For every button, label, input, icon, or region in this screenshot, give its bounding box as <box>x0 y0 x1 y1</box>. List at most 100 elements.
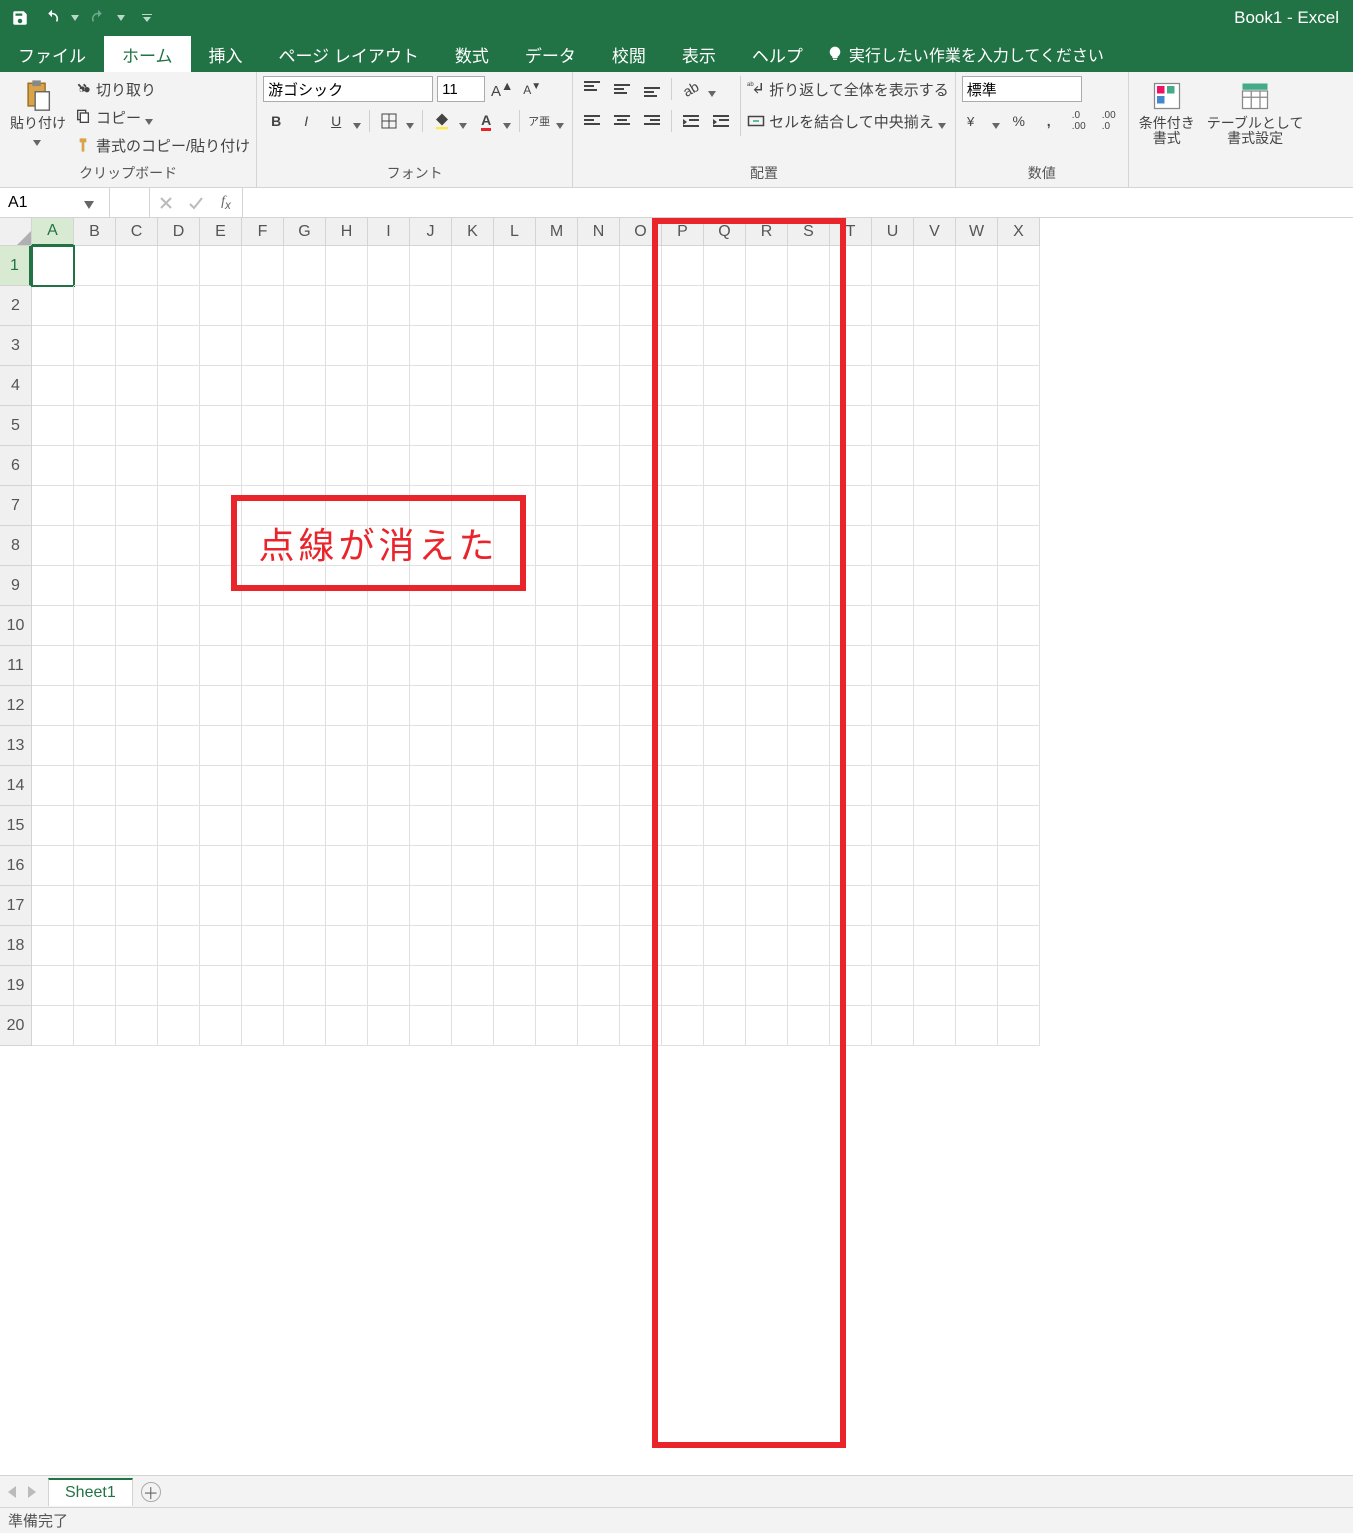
phonetic-dropdown-icon[interactable] <box>556 116 566 126</box>
cell-I14[interactable] <box>368 766 410 806</box>
name-box-dropdown-icon[interactable] <box>84 196 98 210</box>
cell-N7[interactable] <box>578 486 620 526</box>
cell-H19[interactable] <box>326 966 368 1006</box>
cell-V8[interactable] <box>914 526 956 566</box>
paste-button[interactable]: 貼り付け <box>6 76 70 145</box>
underline-dropdown-icon[interactable] <box>353 116 363 126</box>
cell-G17[interactable] <box>284 886 326 926</box>
cell-M5[interactable] <box>536 406 578 446</box>
align-center-button[interactable] <box>609 108 635 134</box>
tab-file[interactable]: ファイル <box>0 36 104 72</box>
cell-W5[interactable] <box>956 406 998 446</box>
cell-D18[interactable] <box>158 926 200 966</box>
row-header-11[interactable]: 11 <box>0 646 31 686</box>
cell-W13[interactable] <box>956 726 998 766</box>
column-header-W[interactable]: W <box>956 218 998 246</box>
tell-me-search[interactable]: 実行したい作業を入力してください <box>827 36 1104 72</box>
cell-D5[interactable] <box>158 406 200 446</box>
cell-C1[interactable] <box>116 246 158 286</box>
cell-I5[interactable] <box>368 406 410 446</box>
cell-D4[interactable] <box>158 366 200 406</box>
cell-W14[interactable] <box>956 766 998 806</box>
cell-L19[interactable] <box>494 966 536 1006</box>
cell-W18[interactable] <box>956 926 998 966</box>
cell-L2[interactable] <box>494 286 536 326</box>
cell-V19[interactable] <box>914 966 956 1006</box>
cell-C4[interactable] <box>116 366 158 406</box>
cell-M6[interactable] <box>536 446 578 486</box>
cell-H11[interactable] <box>326 646 368 686</box>
cell-V2[interactable] <box>914 286 956 326</box>
cell-C9[interactable] <box>116 566 158 606</box>
orientation-dropdown-icon[interactable] <box>708 84 718 94</box>
percent-button[interactable]: % <box>1006 108 1032 134</box>
cell-V9[interactable] <box>914 566 956 606</box>
tab-insert[interactable]: 挿入 <box>191 36 261 72</box>
cell-J5[interactable] <box>410 406 452 446</box>
cell-V20[interactable] <box>914 1006 956 1046</box>
cell-X13[interactable] <box>998 726 1040 766</box>
cell-G19[interactable] <box>284 966 326 1006</box>
tab-home[interactable]: ホーム <box>104 36 191 72</box>
align-middle-button[interactable] <box>609 76 635 102</box>
cell-U10[interactable] <box>872 606 914 646</box>
row-header-2[interactable]: 2 <box>0 286 31 326</box>
cell-A7[interactable] <box>32 486 74 526</box>
row-header-3[interactable]: 3 <box>0 326 31 366</box>
cell-E12[interactable] <box>200 686 242 726</box>
number-format-combo[interactable] <box>962 76 1082 102</box>
column-header-V[interactable]: V <box>914 218 956 246</box>
cell-G10[interactable] <box>284 606 326 646</box>
cell-U1[interactable] <box>872 246 914 286</box>
conditional-formatting-button[interactable]: 条件付き 書式 <box>1135 76 1199 149</box>
cell-L16[interactable] <box>494 846 536 886</box>
cell-M4[interactable] <box>536 366 578 406</box>
cell-W2[interactable] <box>956 286 998 326</box>
row-header-1[interactable]: 1 <box>0 246 31 286</box>
cell-E17[interactable] <box>200 886 242 926</box>
cell-J12[interactable] <box>410 686 452 726</box>
cell-F5[interactable] <box>242 406 284 446</box>
cell-U9[interactable] <box>872 566 914 606</box>
cell-D17[interactable] <box>158 886 200 926</box>
cell-U19[interactable] <box>872 966 914 1006</box>
wrap-text-button[interactable]: ab 折り返して全体を表示する <box>747 76 949 102</box>
cell-D6[interactable] <box>158 446 200 486</box>
cell-H1[interactable] <box>326 246 368 286</box>
cell-U12[interactable] <box>872 686 914 726</box>
cell-L5[interactable] <box>494 406 536 446</box>
italic-button[interactable]: I <box>293 108 319 134</box>
borders-dropdown-icon[interactable] <box>406 116 416 126</box>
cell-U2[interactable] <box>872 286 914 326</box>
cell-L18[interactable] <box>494 926 536 966</box>
cell-E18[interactable] <box>200 926 242 966</box>
cancel-button[interactable] <box>158 195 174 211</box>
cell-V7[interactable] <box>914 486 956 526</box>
cell-C6[interactable] <box>116 446 158 486</box>
cell-C5[interactable] <box>116 406 158 446</box>
row-header-8[interactable]: 8 <box>0 526 31 566</box>
cell-J2[interactable] <box>410 286 452 326</box>
increase-decimal-button[interactable]: .0.00 <box>1066 108 1092 134</box>
select-all-corner[interactable] <box>0 218 32 246</box>
cell-A19[interactable] <box>32 966 74 1006</box>
add-sheet-button[interactable]: ＋ <box>141 1482 161 1502</box>
cell-W3[interactable] <box>956 326 998 366</box>
cell-K18[interactable] <box>452 926 494 966</box>
cell-J10[interactable] <box>410 606 452 646</box>
cell-B12[interactable] <box>74 686 116 726</box>
sheet-prev-button[interactable] <box>8 1485 22 1499</box>
cell-E1[interactable] <box>200 246 242 286</box>
cell-F18[interactable] <box>242 926 284 966</box>
cell-A1[interactable] <box>32 246 74 286</box>
cell-K14[interactable] <box>452 766 494 806</box>
cell-N19[interactable] <box>578 966 620 1006</box>
cell-I16[interactable] <box>368 846 410 886</box>
cell-C3[interactable] <box>116 326 158 366</box>
cell-A11[interactable] <box>32 646 74 686</box>
cell-B10[interactable] <box>74 606 116 646</box>
cell-K13[interactable] <box>452 726 494 766</box>
cell-E10[interactable] <box>200 606 242 646</box>
cell-D20[interactable] <box>158 1006 200 1046</box>
decrease-indent-button[interactable] <box>678 108 704 134</box>
